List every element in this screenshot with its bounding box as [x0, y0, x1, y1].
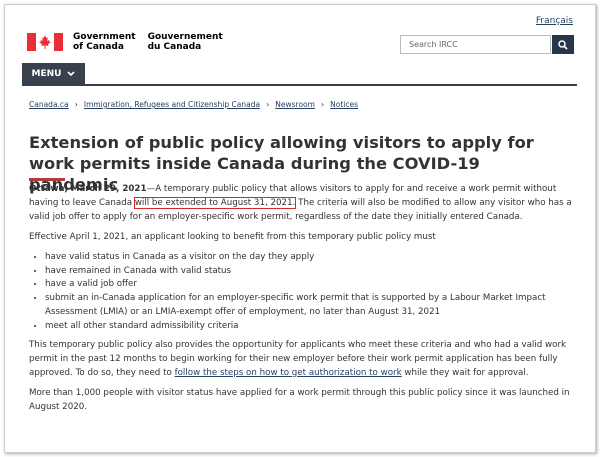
requirements-list: have valid status in Canada as a visitor… — [29, 251, 579, 334]
wordmark-english: Government of Canada — [73, 32, 136, 52]
menu-label: MENU — [31, 69, 62, 79]
title-underline — [29, 178, 65, 181]
wordmark-french: Gouvernement du Canada — [147, 32, 223, 52]
article-body: Ottawa, March 29, 2021—A temporary publi… — [29, 183, 579, 421]
language-toggle-link[interactable]: Français — [536, 16, 573, 26]
list-item: have valid status in Canada as a visitor… — [45, 251, 579, 265]
paragraph-2: Effective April 1, 2021, an applicant lo… — [29, 231, 436, 242]
breadcrumb-separator-icon: › — [320, 100, 325, 109]
search-input[interactable]: Search IRCC — [400, 35, 551, 54]
menu-divider — [22, 84, 577, 86]
gc-signature[interactable]: Government of Canada Gouvernement du Can… — [27, 32, 223, 52]
dateline: Ottawa, March 29, 2021 — [29, 184, 147, 194]
search-icon — [558, 39, 568, 50]
breadcrumb-ircc[interactable]: Immigration, Refugees and Citizenship Ca… — [84, 100, 260, 109]
breadcrumb-newsroom[interactable]: Newsroom — [275, 100, 315, 109]
list-item: meet all other standard admissibility cr… — [45, 320, 579, 334]
authorization-steps-link[interactable]: follow the steps on how to get authoriza… — [175, 368, 402, 378]
list-item: have a valid job offer — [45, 278, 579, 292]
page-frame: Français Government of Canada Gouverneme… — [4, 4, 596, 453]
list-item: have remained in Canada with valid statu… — [45, 265, 579, 279]
breadcrumb-separator-icon: › — [74, 100, 78, 109]
breadcrumb: Canada.ca › Immigration, Refugees and Ci… — [29, 100, 358, 109]
search-button[interactable] — [552, 35, 574, 54]
list-item: submit an in-Canada application for an e… — [45, 292, 579, 320]
paragraph-3: This temporary public policy also provid… — [29, 340, 567, 378]
search-placeholder: Search IRCC — [409, 40, 458, 49]
chevron-down-icon — [67, 71, 76, 77]
menu-button[interactable]: MENU — [22, 63, 85, 85]
paragraph-4: More than 1,000 people with visitor stat… — [29, 387, 570, 412]
breadcrumb-separator-icon: › — [266, 100, 270, 109]
paragraph-1: Ottawa, March 29, 2021—A temporary publi… — [29, 184, 572, 222]
breadcrumb-notices[interactable]: Notices — [330, 100, 358, 109]
highlighted-extension-date: will be extended to August 31, 2021. — [133, 196, 297, 209]
canada-flag-icon — [27, 33, 63, 51]
breadcrumb-canada-ca[interactable]: Canada.ca — [29, 100, 69, 109]
